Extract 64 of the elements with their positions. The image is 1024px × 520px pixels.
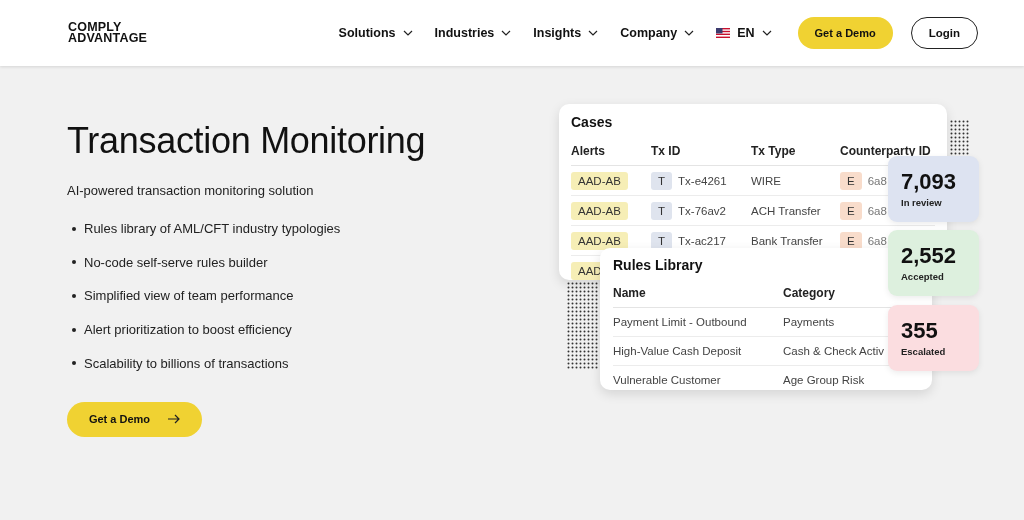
chevron-down-icon <box>501 30 512 36</box>
tag: AAD-AB <box>571 231 628 250</box>
table-cell: Payments <box>783 316 835 328</box>
bullet-dot <box>72 327 76 332</box>
tag: E <box>840 231 862 250</box>
table-cell: ACH Transfer <box>751 204 821 217</box>
table-cell: Tx-76av2 <box>678 204 726 217</box>
subtitle: AI-powered transaction monitoring solution <box>67 183 315 198</box>
arrow-right-icon <box>168 414 181 425</box>
nav-menu[interactable]: Industries <box>434 26 512 40</box>
stat-value: 2,552 <box>901 244 958 268</box>
stat-value: 7,093 <box>901 170 958 194</box>
dot-pattern <box>950 120 970 156</box>
feature-text: Alert prioritization to boost efficiency <box>84 322 292 338</box>
chevron-down-icon <box>761 30 772 36</box>
table-cell: Tx-ac217 <box>678 234 726 247</box>
tag: E <box>840 171 862 190</box>
tag: T <box>651 201 673 220</box>
feature-text: No-code self-serve rules builder <box>84 254 268 270</box>
stat-value: 355 <box>901 319 939 343</box>
table-cell: Cash & Check Activ <box>783 345 884 357</box>
bullet-dot <box>72 294 76 298</box>
demo-button[interactable]: Get a Demo <box>797 17 893 49</box>
card-title: Cases <box>571 114 614 130</box>
table-cell: WIRE <box>751 174 782 187</box>
nav-menu[interactable]: Company <box>620 26 695 40</box>
column-header: Name <box>613 279 783 308</box>
language-menu[interactable]: EN <box>716 26 772 40</box>
bullet-dot <box>72 361 76 366</box>
stat-label: Accepted <box>901 271 945 282</box>
feature-text: Simplified view of team performance <box>84 288 294 304</box>
column-header: Alerts <box>571 136 651 166</box>
feature-text: Rules library of AML/CFT industry typologies <box>84 221 341 237</box>
feature-text: Scalability to billions of transactions <box>84 355 289 371</box>
flag-icon <box>716 28 731 38</box>
table-cell: Age Group Risk <box>783 374 865 386</box>
column-header: Tx ID <box>651 136 751 166</box>
chevron-down-icon <box>588 30 599 36</box>
chevron-down-icon <box>402 30 413 36</box>
tag: AAD-AB <box>571 201 628 220</box>
tag: E <box>840 201 862 220</box>
table-cell: Tx-e4261 <box>678 174 727 187</box>
table-cell: 6a8 <box>867 174 887 187</box>
table-cell: High-Value Cash Deposit <box>613 345 742 357</box>
stat-label: In review <box>901 197 943 208</box>
table-cell: 6a8 <box>867 234 887 247</box>
demo-button[interactable]: Get a Demo <box>67 401 202 437</box>
login-button[interactable]: Login <box>910 17 978 49</box>
nav-menu[interactable]: Solutions <box>338 26 413 40</box>
table-cell: Bank Transfer <box>751 234 823 247</box>
tag: T <box>651 231 673 250</box>
logo[interactable]: COMPLY ADVANTAGE <box>68 22 148 44</box>
tag: AAD-AB <box>571 171 628 190</box>
column-header: Tx Type <box>751 136 840 166</box>
stat-label: Escalated <box>901 346 947 357</box>
page-title: Transaction Monitoring <box>67 119 427 163</box>
chevron-down-icon <box>684 30 695 36</box>
bullet-dot <box>72 260 76 265</box>
tag: T <box>651 171 673 190</box>
nav-menu[interactable]: Insights <box>533 26 599 40</box>
table-cell: Vulnerable Customer <box>613 374 721 386</box>
table-cell: 6a8 <box>867 204 887 217</box>
bullet-dot <box>72 226 76 231</box>
table-cell: Payment Limit - Outbound <box>613 316 747 328</box>
